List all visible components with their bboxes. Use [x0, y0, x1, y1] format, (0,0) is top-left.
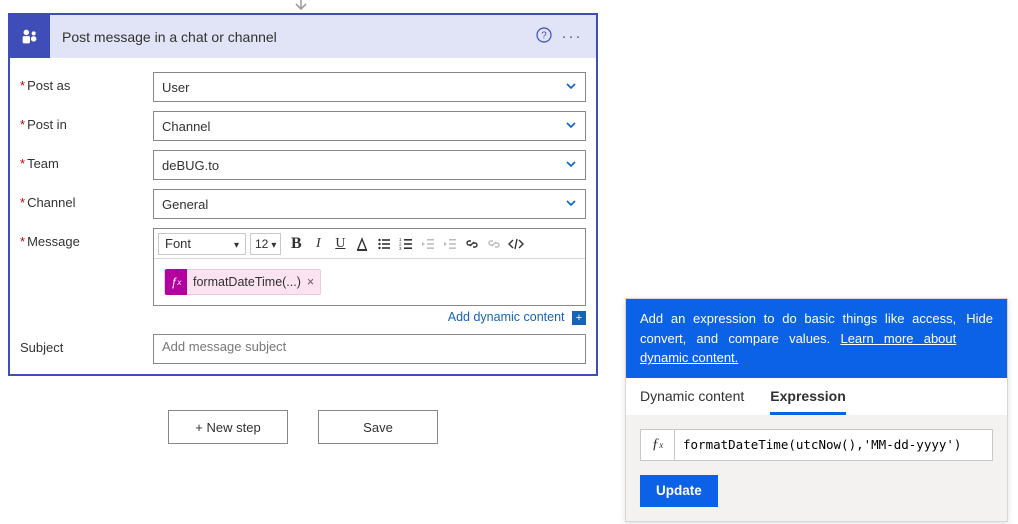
add-dynamic-content-link[interactable]: Add dynamic content + — [153, 310, 586, 325]
action-body: Post as User Post in Channel — [10, 58, 596, 374]
help-icon[interactable]: ? — [530, 27, 558, 47]
save-button[interactable]: Save — [318, 410, 438, 444]
action-buttons-row: + New step Save — [8, 410, 598, 444]
underline-button[interactable]: U — [329, 233, 351, 255]
team-value: deBUG.to — [162, 158, 219, 173]
message-content-area[interactable]: ƒx formatDateTime(...) × — [154, 259, 585, 305]
remove-token-icon[interactable]: × — [307, 275, 314, 289]
chevron-down-icon — [565, 197, 577, 212]
post-as-select[interactable]: User — [153, 72, 586, 102]
more-icon[interactable]: ··· — [558, 28, 586, 45]
panel-body: ƒx Update — [626, 415, 1007, 521]
bullet-list-button[interactable] — [373, 233, 395, 255]
post-in-select[interactable]: Channel — [153, 111, 586, 141]
post-as-value: User — [162, 80, 189, 95]
panel-tabs: Dynamic content Expression — [626, 378, 1007, 415]
code-view-button[interactable] — [505, 233, 527, 255]
outdent-button[interactable] — [417, 233, 439, 255]
italic-button[interactable]: I — [307, 233, 329, 255]
bold-button[interactable]: B — [285, 233, 307, 255]
chevron-down-icon — [565, 80, 577, 95]
label-message: Message — [20, 228, 153, 249]
expression-panel: Add an expression to do basic things lik… — [625, 298, 1008, 522]
post-in-value: Channel — [162, 119, 210, 134]
plus-icon: + — [572, 311, 586, 325]
tab-dynamic-content[interactable]: Dynamic content — [640, 388, 744, 415]
label-subject: Subject — [20, 334, 153, 355]
chevron-down-icon — [565, 158, 577, 173]
label-post-as: Post as — [20, 72, 153, 93]
tab-expression[interactable]: Expression — [770, 388, 845, 415]
teams-icon — [10, 15, 50, 58]
update-button[interactable]: Update — [640, 475, 718, 507]
font-size-select[interactable]: 12 — [250, 233, 281, 255]
message-toolbar: Font 12 B I U — [154, 229, 585, 259]
svg-text:3: 3 — [399, 246, 402, 251]
expression-input[interactable] — [674, 429, 993, 461]
message-editor: Font 12 B I U — [153, 228, 586, 306]
font-select[interactable]: Font — [158, 233, 246, 255]
new-step-button[interactable]: + New step — [168, 410, 288, 444]
action-header[interactable]: Post message in a chat or channel ? ··· — [10, 15, 596, 58]
channel-value: General — [162, 197, 208, 212]
subject-input[interactable]: Add message subject — [153, 334, 586, 364]
hide-panel-link[interactable]: Hide — [966, 309, 993, 368]
action-card: Post message in a chat or channel ? ··· … — [8, 13, 598, 376]
channel-select[interactable]: General — [153, 189, 586, 219]
label-post-in: Post in — [20, 111, 153, 132]
team-select[interactable]: deBUG.to — [153, 150, 586, 180]
fx-icon: ƒx — [165, 269, 187, 295]
caret-down-icon — [231, 236, 239, 251]
indent-button[interactable] — [439, 233, 461, 255]
label-channel: Channel — [20, 189, 153, 210]
caret-down-icon — [268, 237, 276, 251]
label-team: Team — [20, 150, 153, 171]
token-label: formatDateTime(...) — [193, 275, 301, 289]
link-button[interactable] — [461, 233, 483, 255]
fx-icon: ƒx — [640, 429, 674, 461]
number-list-button[interactable]: 123 — [395, 233, 417, 255]
unlink-button[interactable] — [483, 233, 505, 255]
panel-banner: Add an expression to do basic things lik… — [626, 299, 1007, 378]
action-title: Post message in a chat or channel — [50, 29, 530, 45]
svg-text:?: ? — [541, 30, 547, 41]
chevron-down-icon — [565, 119, 577, 134]
text-color-button[interactable] — [351, 233, 373, 255]
expression-token[interactable]: ƒx formatDateTime(...) × — [164, 269, 321, 295]
